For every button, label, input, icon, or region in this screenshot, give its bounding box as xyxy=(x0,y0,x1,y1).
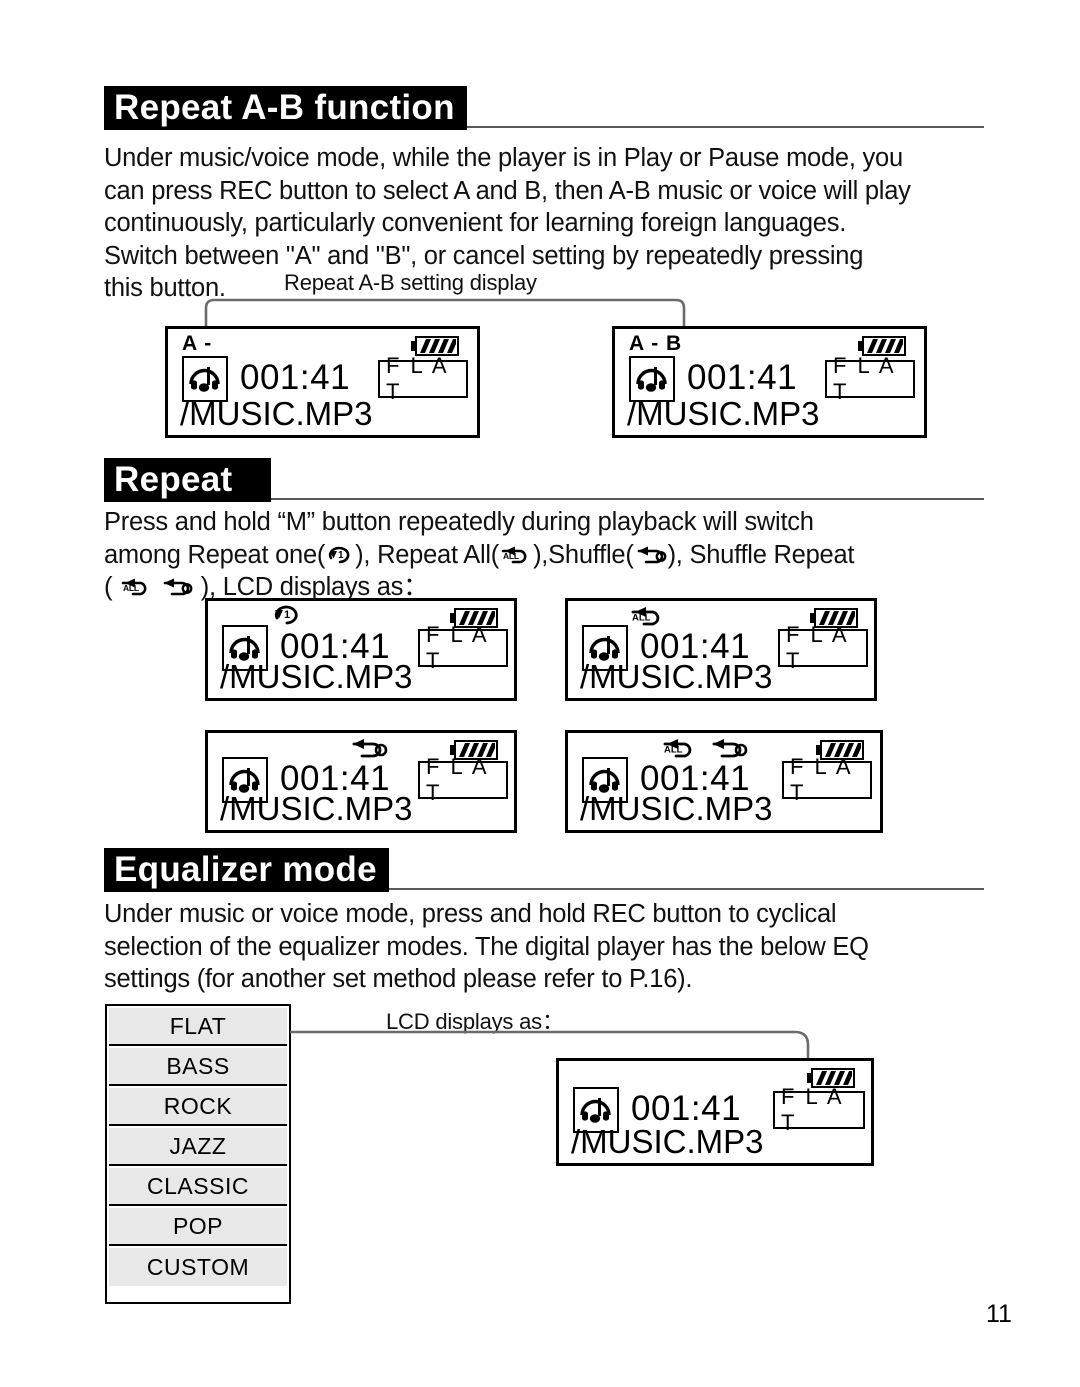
connector-label-repeat-ab: Repeat A-B setting display xyxy=(284,270,537,295)
heading-rule xyxy=(388,888,984,890)
heading-rule xyxy=(466,126,984,128)
lcd-eq-badge: F L A T xyxy=(378,353,468,404)
lcd-filename: /MUSIC.MP3 xyxy=(627,395,820,432)
paragraph-line: continuously, particularly convenient fo… xyxy=(104,209,847,237)
lcd-filename: /MUSIC.MP3 xyxy=(580,658,773,695)
paragraph-text: ), Repeat All( xyxy=(355,540,500,569)
svg-text:ALL: ALL xyxy=(123,583,139,593)
eq-list-item-jazz[interactable]: JAZZ xyxy=(109,1128,287,1166)
paragraph-line: settings (for another set method please … xyxy=(104,965,693,993)
lcd-mode-text-a: A - xyxy=(182,332,213,355)
heading-rule xyxy=(270,498,984,500)
paragraph-text: among Repeat one( xyxy=(104,540,326,569)
svg-text:ALL: ALL xyxy=(664,745,683,756)
repeat-all-icon: ALL xyxy=(119,574,153,598)
lcd-eq-badge: F L A T xyxy=(773,1084,865,1135)
svg-text:1: 1 xyxy=(338,550,344,561)
lcd-eq-badge: F L A T xyxy=(778,622,868,673)
shuffle-icon xyxy=(160,574,194,598)
repeat-one-icon: 1 xyxy=(270,601,304,627)
eq-list-item-classic[interactable]: CLASSIC xyxy=(109,1168,287,1206)
lcd-filename: /MUSIC.MP3 xyxy=(220,658,413,695)
lcd-filename: /MUSIC.MP3 xyxy=(580,790,773,827)
eq-list-item-bass[interactable]: BASS xyxy=(109,1048,287,1086)
paragraph-quoted-m: “M” xyxy=(277,508,315,536)
lcd-filename: /MUSIC.MP3 xyxy=(220,790,413,827)
paragraph-equalizer: Under music or voice mode, press and hol… xyxy=(104,898,1024,996)
svg-text:ALL: ALL xyxy=(503,551,519,561)
paragraph-line: Under music or voice mode, press and hol… xyxy=(104,900,837,928)
paragraph-line: among Repeat one( 1 ), Repeat All( ALL )… xyxy=(104,539,1024,572)
eq-list-item-rock[interactable]: ROCK xyxy=(109,1088,287,1126)
lcd-filename: /MUSIC.MP3 xyxy=(571,1123,764,1160)
paragraph-text: button repeatedly during playback will s… xyxy=(321,508,814,536)
lcd-eq-badge: F L A T xyxy=(825,353,915,404)
paragraph-line: Press and hold “M” button repeatedly dur… xyxy=(104,506,1024,539)
paragraph-repeat-ab: Under music/voice mode, while the player… xyxy=(104,142,1004,305)
lcd-panel-equalizer-flat: 001:41 F L A T /MUSIC.MP3 xyxy=(556,1058,874,1166)
lcd-panel-repeat-a: A - 001:41 F L A T /MUSIC.MP3 xyxy=(165,326,480,438)
section-heading-equalizer: Equalizer mode xyxy=(104,848,984,892)
manual-page: Repeat A-B function Under music/voice mo… xyxy=(0,0,1080,1387)
section-heading-repeat-ab: Repeat A-B function xyxy=(104,86,984,130)
repeat-one-icon: 1 xyxy=(325,542,355,566)
paragraph-text: ( xyxy=(104,573,113,601)
paragraph-line: selection of the equalizer modes. The di… xyxy=(104,932,869,961)
paragraph-text: Press and hold xyxy=(104,508,271,536)
lcd-panel-repeat-one: 1 001:41 F L A T /MUSIC.MP3 xyxy=(205,598,517,701)
svg-text:1: 1 xyxy=(284,609,290,621)
lcd-time: 001:41 xyxy=(687,358,798,397)
eq-list-item-flat[interactable]: FLAT xyxy=(109,1008,287,1046)
svg-text:ALL: ALL xyxy=(632,613,651,624)
lcd-panel-shuffle: 001:41 F L A T /MUSIC.MP3 xyxy=(205,730,517,833)
paragraph-line: Under music/voice mode, while the player… xyxy=(104,144,903,172)
lcd-panel-repeat-ab: A - B 001:41 F L A T /MUSIC.MP3 xyxy=(612,326,927,438)
page-number: 11 xyxy=(986,1300,1012,1328)
paragraph-line: Switch between "A" and "B", or cancel se… xyxy=(104,241,864,270)
section-title-repeat-ab: Repeat A-B function xyxy=(104,86,467,130)
lcd-panel-shuffle-repeat: ALL 001:41 F L A T /MUSIC.MP3 xyxy=(565,730,883,833)
section-title-equalizer: Equalizer mode xyxy=(104,848,389,892)
paragraph-repeat: Press and hold “M” button repeatedly dur… xyxy=(104,506,1024,604)
shuffle-icon xyxy=(634,542,668,566)
section-title-repeat: Repeat xyxy=(104,458,271,502)
paragraph-line: can press REC button to select A and B, … xyxy=(104,176,911,205)
lcd-time: 001:41 xyxy=(240,358,351,397)
eq-settings-list: FLAT BASS ROCK JAZZ CLASSIC POP CUSTOM xyxy=(105,1004,291,1304)
paragraph-text: ), LCD displays as： xyxy=(200,573,429,601)
lcd-panel-repeat-all: ALL 001:41 F L A T /MUSIC.MP3 xyxy=(565,598,877,701)
lcd-mode-text-ab: A - B xyxy=(629,332,683,355)
repeat-all-icon: ALL xyxy=(499,542,533,566)
lcd-eq-badge: F L A T xyxy=(418,622,508,673)
eq-list-item-custom[interactable]: CUSTOM xyxy=(109,1248,287,1286)
paragraph-text: ), Shuffle Repeat xyxy=(667,540,855,569)
lcd-filename: /MUSIC.MP3 xyxy=(180,395,373,432)
lcd-eq-badge: F L A T xyxy=(418,754,508,805)
section-heading-repeat: Repeat xyxy=(104,458,984,502)
eq-list-item-pop[interactable]: POP xyxy=(109,1208,287,1246)
paragraph-text: ),Shuffle( xyxy=(533,540,634,569)
lcd-eq-badge: F L A T xyxy=(782,754,872,805)
